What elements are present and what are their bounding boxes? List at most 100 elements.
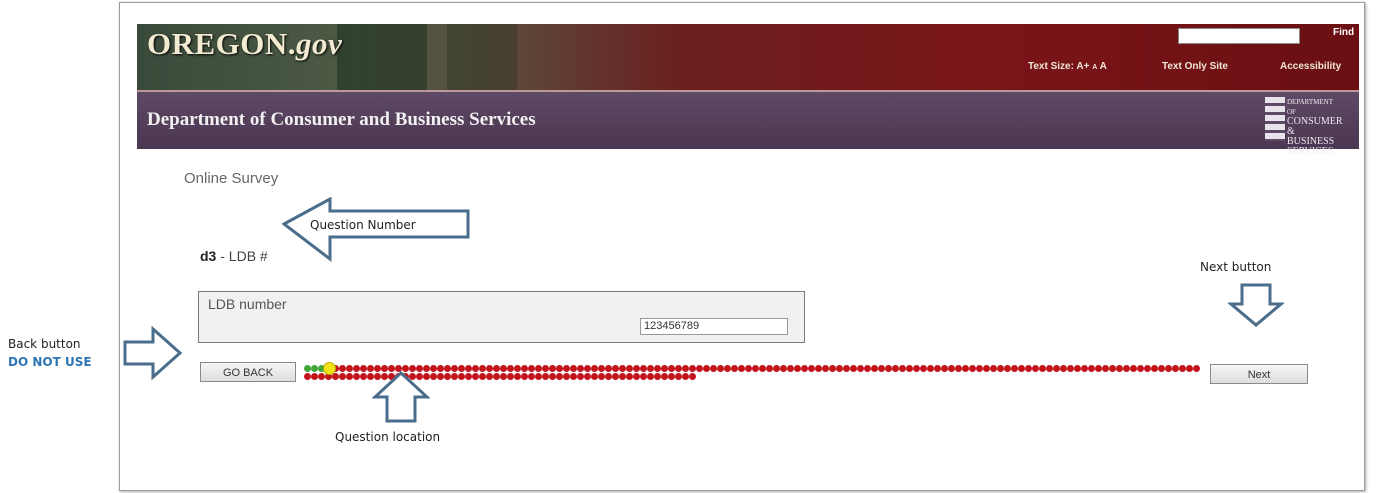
remaining-question-dot — [577, 365, 584, 372]
remaining-question-dot — [689, 373, 696, 380]
go-back-button[interactable]: GO BACK — [200, 362, 296, 382]
remaining-question-dot — [451, 365, 458, 372]
dcbs-logo: DEPARTMENT OF CONSUMER & BUSINESS SERVIC… — [1265, 97, 1343, 157]
remaining-question-dot — [1151, 365, 1158, 372]
text-size-label[interactable]: Text Size: A+ — [1028, 61, 1089, 72]
text-size-normal[interactable]: A — [1100, 61, 1107, 72]
remaining-question-dot — [1144, 365, 1151, 372]
remaining-question-dot — [339, 365, 346, 372]
remaining-question-dot — [535, 373, 542, 380]
dcbs-logo-line: SERVICES — [1287, 146, 1334, 157]
banner-tree-decoration — [447, 24, 517, 90]
remaining-question-dot — [346, 365, 353, 372]
remaining-question-dot — [780, 365, 787, 372]
remaining-question-dot — [885, 365, 892, 372]
remaining-question-dot — [990, 365, 997, 372]
remaining-question-dot — [612, 373, 619, 380]
remaining-question-dot — [647, 365, 654, 372]
remaining-question-dot — [801, 365, 808, 372]
text-size-small[interactable]: A — [1092, 64, 1097, 71]
question-progress-bar — [304, 362, 1204, 387]
remaining-question-dot — [451, 373, 458, 380]
remaining-question-dot — [899, 365, 906, 372]
remaining-question-dot — [787, 365, 794, 372]
remaining-question-dot — [619, 365, 626, 372]
remaining-question-dot — [339, 373, 346, 380]
question-separator: - — [216, 248, 229, 264]
remaining-question-dot — [633, 365, 640, 372]
remaining-question-dot — [612, 365, 619, 372]
remaining-question-dot — [584, 373, 591, 380]
remaining-question-dot — [675, 373, 682, 380]
text-size-control[interactable]: Text Size: A+ A A — [1028, 61, 1107, 72]
remaining-question-dot — [458, 373, 465, 380]
remaining-question-dot — [752, 365, 759, 372]
back-button-arrow-icon — [123, 325, 183, 381]
remaining-question-dot — [1074, 365, 1081, 372]
remaining-question-dot — [633, 373, 640, 380]
remaining-question-dot — [465, 365, 472, 372]
remaining-question-dot — [1060, 365, 1067, 372]
remaining-question-dot — [486, 365, 493, 372]
remaining-question-dot — [521, 373, 528, 380]
remaining-question-dot — [1158, 365, 1165, 372]
banner-tree-decoration — [337, 24, 427, 90]
answered-question-dot — [311, 365, 318, 372]
remaining-question-dot — [794, 365, 801, 372]
answered-question-dot — [304, 365, 311, 372]
remaining-question-dot — [528, 365, 535, 372]
remaining-question-dot — [962, 365, 969, 372]
remaining-question-dot — [759, 365, 766, 372]
ldb-number-input[interactable]: 123456789 — [640, 318, 788, 335]
remaining-question-dot — [577, 373, 584, 380]
remaining-question-dot — [647, 373, 654, 380]
remaining-question-dot — [1193, 365, 1200, 372]
logo-main: OREGON. — [147, 26, 297, 61]
remaining-question-dot — [871, 365, 878, 372]
remaining-question-dot — [1081, 365, 1088, 372]
remaining-question-dot — [682, 365, 689, 372]
remaining-question-dot — [843, 365, 850, 372]
remaining-question-dot — [346, 373, 353, 380]
field-label: LDB number — [208, 296, 287, 312]
remaining-question-dot — [605, 373, 612, 380]
remaining-question-dot — [696, 365, 703, 372]
remaining-question-dot — [556, 373, 563, 380]
remaining-question-dot — [738, 365, 745, 372]
remaining-question-dot — [731, 365, 738, 372]
text-only-link[interactable]: Text Only Site — [1162, 61, 1228, 72]
remaining-question-dot — [514, 373, 521, 380]
remaining-question-dot — [626, 365, 633, 372]
remaining-question-dot — [605, 365, 612, 372]
remaining-question-dot — [304, 373, 311, 380]
remaining-question-dot — [969, 365, 976, 372]
site-search-input[interactable] — [1178, 28, 1300, 44]
remaining-question-dot — [542, 373, 549, 380]
oregon-gov-logo[interactable]: OREGON.gov — [147, 26, 342, 62]
remaining-question-dot — [668, 365, 675, 372]
remaining-question-dot — [675, 365, 682, 372]
remaining-question-dot — [318, 373, 325, 380]
remaining-question-dot — [661, 373, 668, 380]
remaining-question-dot — [773, 365, 780, 372]
remaining-question-dot — [556, 365, 563, 372]
remaining-question-dot — [353, 365, 360, 372]
remaining-question-dot — [1116, 365, 1123, 372]
next-button[interactable]: Next — [1210, 364, 1308, 384]
remaining-question-dot — [360, 365, 367, 372]
remaining-question-dot — [360, 373, 367, 380]
remaining-question-dot — [430, 373, 437, 380]
next-button-arrow-icon — [1228, 283, 1284, 327]
remaining-question-dot — [493, 365, 500, 372]
remaining-question-dot — [927, 365, 934, 372]
remaining-question-dot — [661, 365, 668, 372]
question-number-annotation: Question Number — [310, 218, 416, 232]
find-button[interactable]: Find — [1333, 27, 1354, 38]
remaining-question-dot — [976, 365, 983, 372]
remaining-question-dot — [598, 373, 605, 380]
remaining-question-dot — [1102, 365, 1109, 372]
accessibility-link[interactable]: Accessibility — [1280, 61, 1341, 72]
remaining-question-dot — [507, 365, 514, 372]
remaining-question-dot — [1165, 365, 1172, 372]
remaining-question-dot — [822, 365, 829, 372]
